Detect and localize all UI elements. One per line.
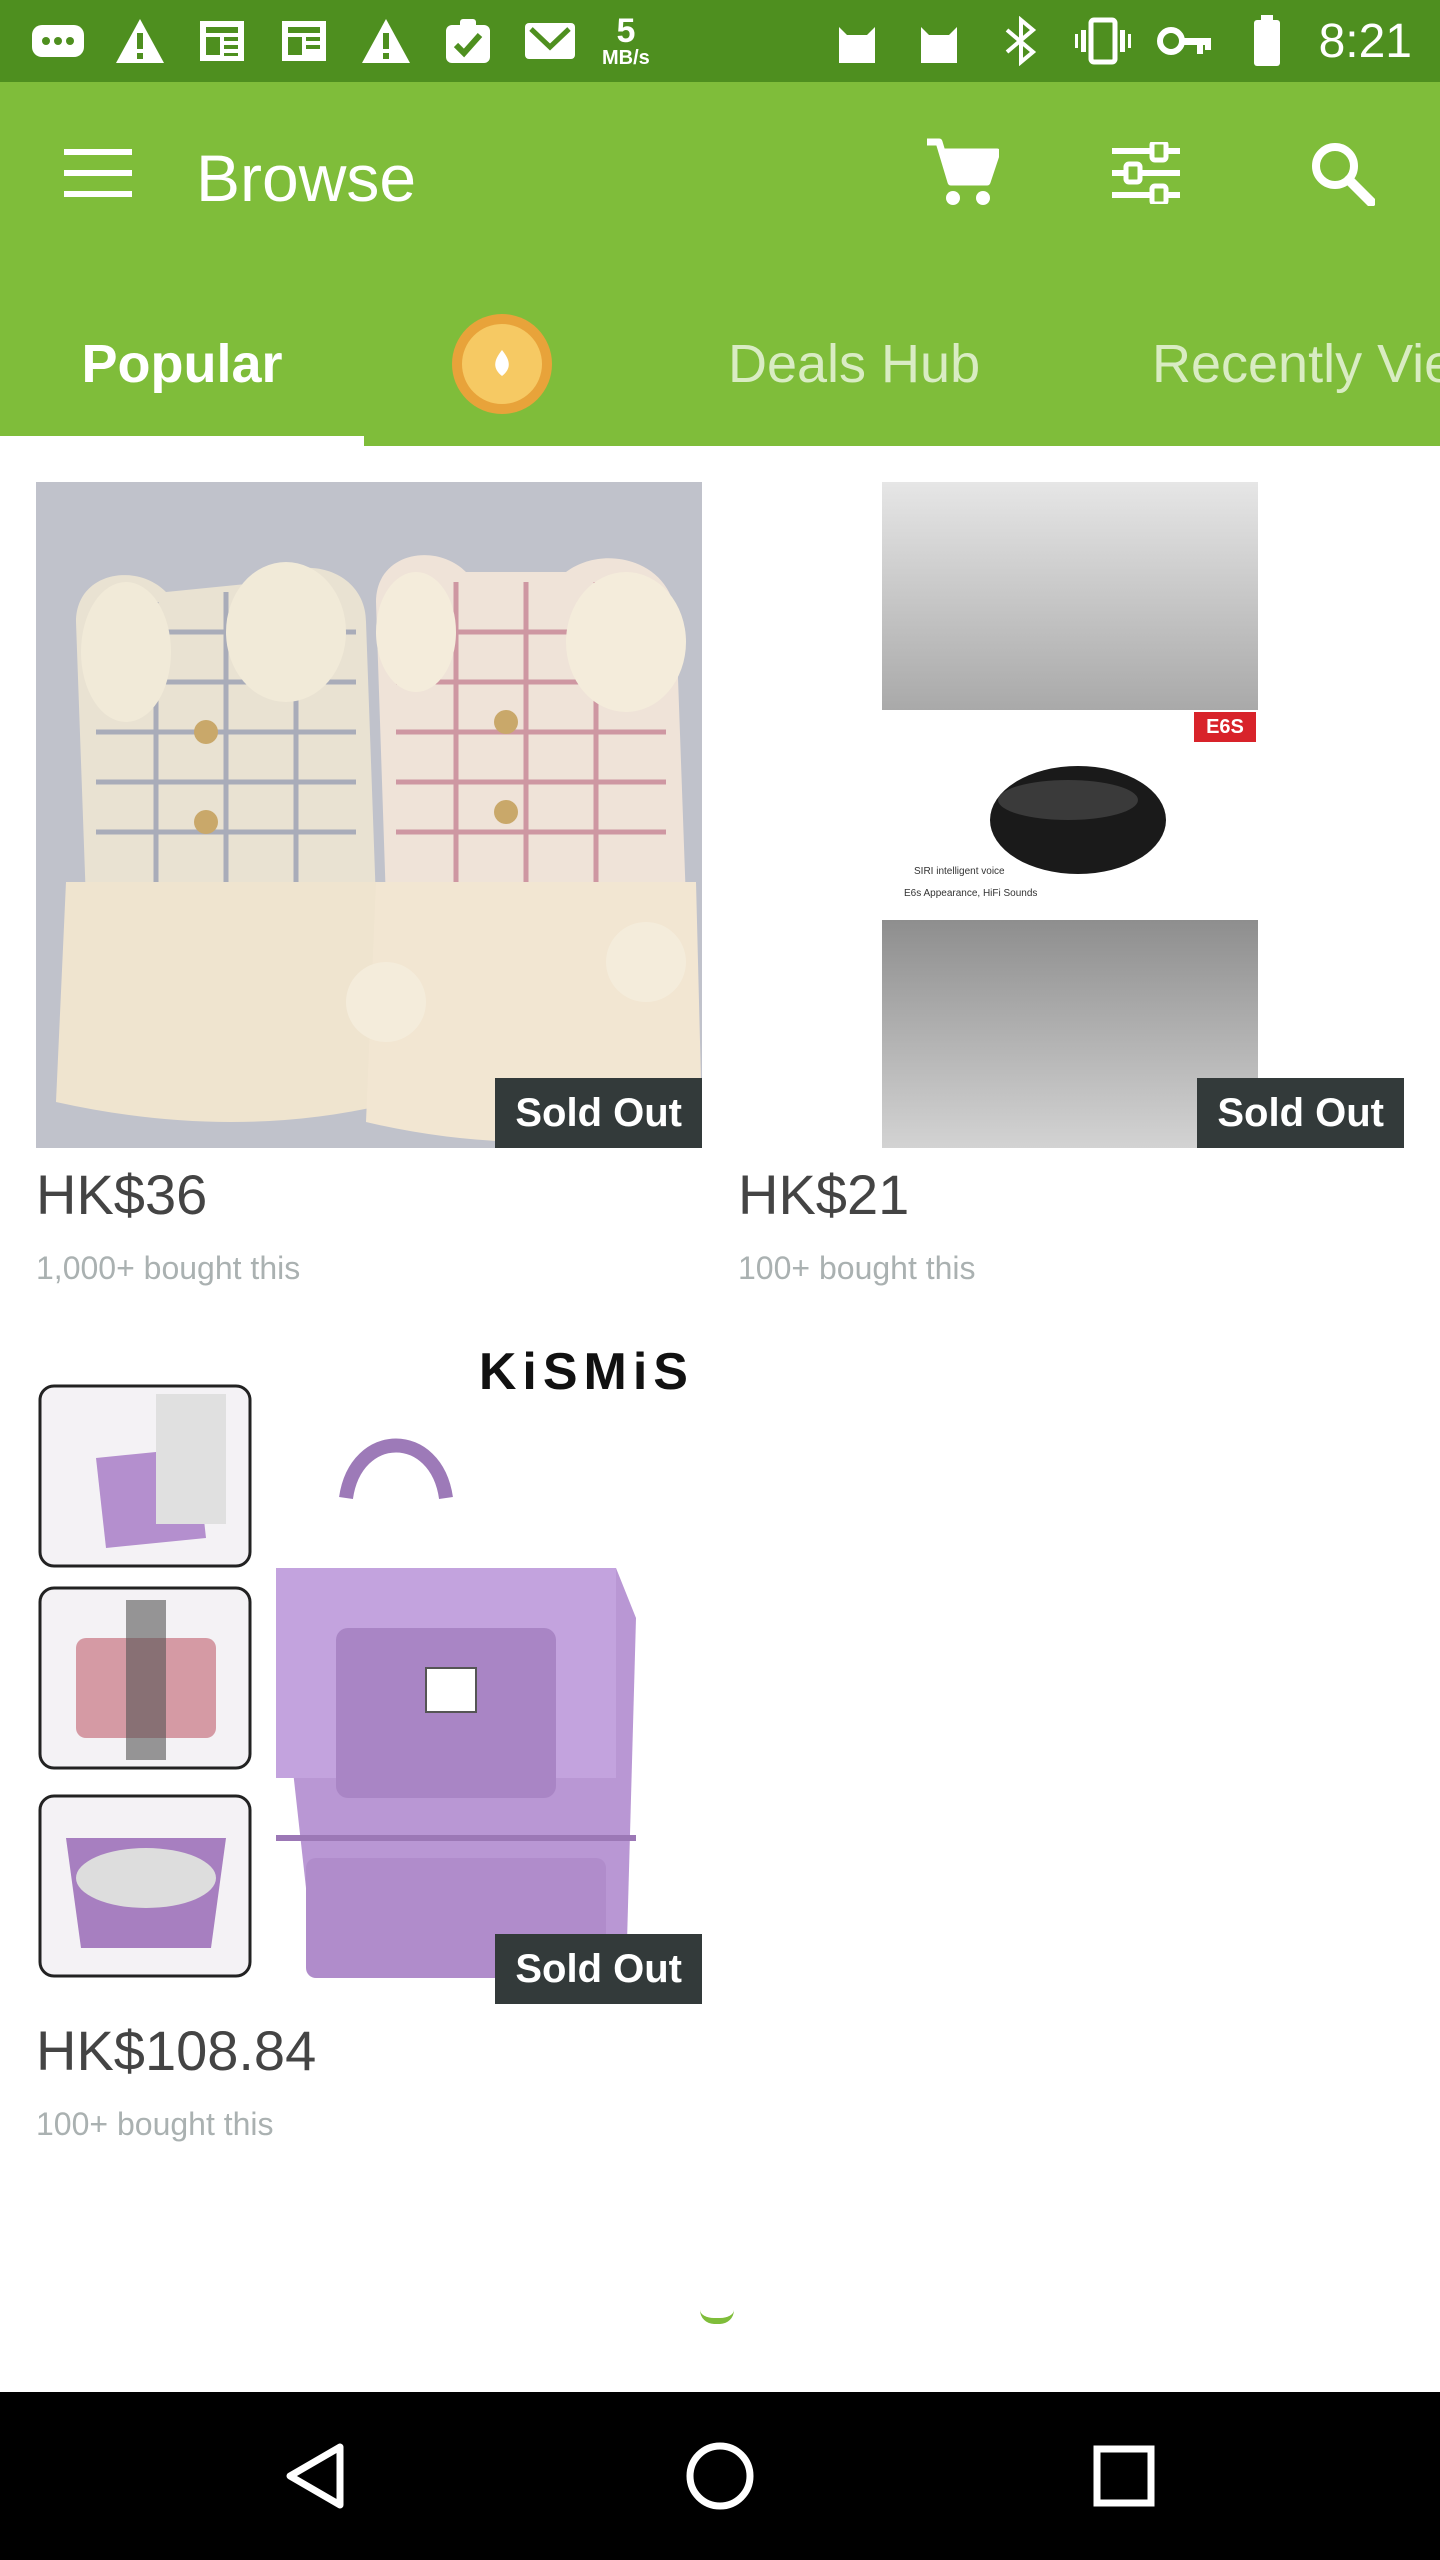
coin-icon	[452, 314, 552, 414]
network-speed: 5 MB/s	[602, 14, 650, 68]
filter-button[interactable]	[1096, 128, 1196, 218]
product-image: Sold Out	[36, 482, 702, 1148]
product-image: KiSMiS Sold Out	[36, 1338, 702, 2004]
product-image: E6S SIRI intelligent voice E6s Appearanc…	[738, 482, 1404, 1148]
task-icon	[438, 11, 498, 71]
sold-out-badge: Sold Out	[495, 1078, 702, 1148]
cart-button[interactable]	[912, 128, 1012, 218]
product-card[interactable]: KiSMiS Sold Out HK$108.84 100+ bought th…	[36, 1338, 702, 2158]
loading-spinner	[700, 2310, 734, 2324]
back-button[interactable]	[236, 2392, 396, 2560]
news-icon	[274, 11, 334, 71]
recents-icon	[1093, 2445, 1155, 2507]
sold-out-badge: Sold Out	[1197, 1078, 1404, 1148]
sold-out-badge: Sold Out	[495, 1934, 702, 2004]
tab-popular[interactable]: Popular	[0, 282, 364, 446]
product-price: HK$36	[36, 1163, 208, 1226]
tab-indicator	[0, 436, 364, 446]
messages-icon	[28, 11, 88, 71]
product-bought-count: 1,000+ bought this	[36, 1250, 301, 1286]
tab-coin[interactable]	[450, 282, 554, 446]
product-image-caption: SIRI intelligent voice	[914, 866, 1005, 877]
page-title: Browse	[196, 141, 417, 215]
vibrate-icon	[1073, 11, 1133, 71]
network-speed-unit: MB/s	[602, 47, 650, 69]
news-icon	[192, 11, 252, 71]
cat-icon	[827, 11, 887, 71]
product-image-tag: E6S	[1206, 716, 1244, 738]
navigation-bar	[0, 2392, 1440, 2560]
product-card[interactable]: Sold Out HK$36 1,000+ bought this	[36, 482, 702, 1302]
status-bar: 5 MB/s 8:21	[0, 0, 1440, 82]
status-time: 8:21	[1318, 14, 1412, 68]
product-bought-count: 100+ bought this	[36, 2106, 274, 2142]
product-price: HK$108.84	[36, 2019, 317, 2082]
home-icon	[686, 2442, 754, 2510]
app-bar: Browse	[0, 82, 1440, 282]
tab-bar: Popular Deals Hub Recently Vie	[0, 282, 1440, 446]
product-bought-count: 100+ bought this	[738, 1250, 976, 1286]
warning-icon	[356, 11, 416, 71]
home-button[interactable]	[640, 2392, 800, 2560]
back-icon	[286, 2443, 344, 2509]
search-icon	[1312, 143, 1375, 206]
tab-label: Recently Vie	[1152, 334, 1440, 394]
key-icon	[1155, 11, 1215, 71]
cart-icon	[927, 138, 999, 205]
menu-button[interactable]	[48, 128, 148, 218]
bluetooth-icon	[991, 11, 1051, 71]
product-price: HK$21	[738, 1163, 910, 1226]
network-speed-value: 5	[616, 12, 636, 50]
mail-icon	[520, 11, 580, 71]
tab-label: Deals Hub	[728, 334, 981, 394]
tab-deals-hub[interactable]: Deals Hub	[728, 282, 980, 446]
brand-logo: KiSMiS	[478, 1343, 694, 1401]
battery-icon	[1237, 11, 1297, 71]
menu-icon	[64, 149, 132, 197]
tab-label: Popular	[81, 334, 283, 394]
cat-icon	[909, 11, 969, 71]
tab-recently-viewed[interactable]: Recently Vie	[1152, 282, 1440, 446]
recents-button[interactable]	[1044, 2392, 1204, 2560]
product-card[interactable]: E6S SIRI intelligent voice E6s Appearanc…	[738, 482, 1404, 1302]
search-button[interactable]	[1292, 128, 1392, 218]
product-image-caption: E6s Appearance, HiFi Sounds	[904, 888, 1038, 899]
warning-icon	[110, 11, 170, 71]
filter-icon	[1112, 142, 1180, 204]
